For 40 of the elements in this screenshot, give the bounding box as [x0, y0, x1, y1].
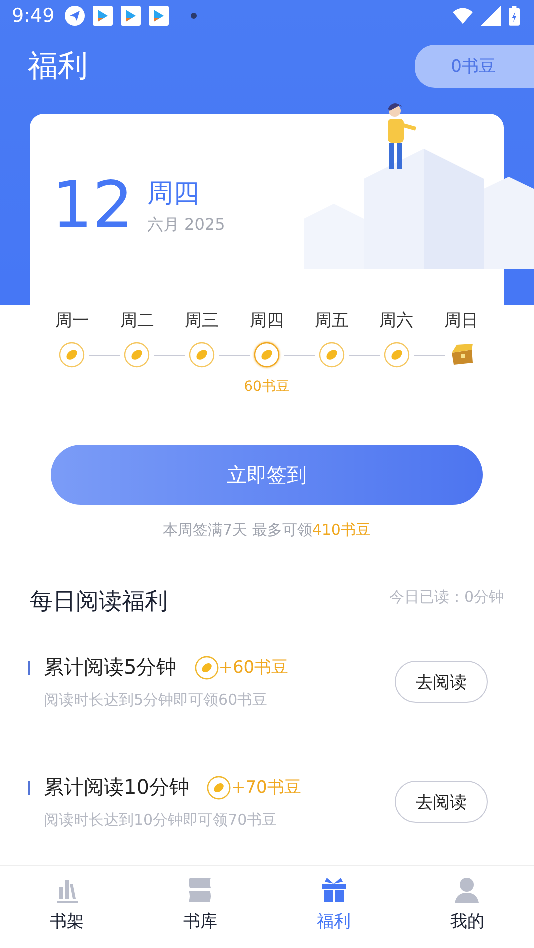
weekday-label: 周日 — [444, 310, 479, 333]
read-button[interactable]: 去阅读 — [395, 661, 488, 703]
app-icon — [92, 6, 113, 26]
task-description: 阅读时长达到5分钟即可领60书豆 — [44, 691, 269, 710]
task-description: 阅读时长达到10分钟即可领70书豆 — [44, 811, 278, 830]
wifi-icon — [453, 6, 473, 26]
page-title: 福利 — [28, 48, 88, 86]
date-weekday: 周四 — [147, 178, 200, 211]
weekday-label: 周四 — [250, 310, 284, 333]
date-day: 12 — [52, 174, 134, 238]
weekday-label: 周五 — [314, 310, 349, 333]
task-reward: +70书豆 — [231, 777, 302, 799]
checkin-note: 本周签满7天 最多可领410书豆 — [163, 521, 371, 540]
read-button[interactable]: 去阅读 — [395, 781, 488, 823]
tab[interactable]: 福利 — [267, 866, 400, 948]
bean-icon — [194, 656, 219, 680]
status-time: 9:49 — [12, 5, 55, 27]
weekday-label: 周六 — [380, 310, 414, 333]
notification-dot-icon — [190, 13, 197, 19]
today-read-time: 今日已读：0分钟 — [389, 588, 504, 607]
tab[interactable]: 书库 — [134, 866, 267, 948]
paper-plane-icon — [64, 6, 85, 26]
app-icon — [120, 6, 141, 26]
weekday-label: 周一 — [55, 310, 90, 333]
bean-icon — [207, 776, 232, 800]
battery-icon — [509, 6, 520, 26]
task-title: 累计阅读10分钟 — [44, 774, 190, 801]
signal-icon — [481, 6, 501, 26]
task-title: 累计阅读5分钟 — [44, 654, 177, 681]
gift-icon — [320, 876, 348, 904]
section-title: 每日阅读福利 — [30, 588, 168, 617]
app-icon — [148, 6, 169, 26]
tab[interactable]: 我的 — [400, 866, 534, 948]
day-reward: 60书豆 — [244, 378, 290, 396]
weekday-label: 周三 — [185, 310, 220, 333]
tab[interactable]: 书架 — [0, 866, 134, 948]
person-icon — [453, 876, 482, 904]
weekday-label: 周二 — [120, 310, 154, 333]
date-month-year: 六月 2025 — [147, 215, 226, 236]
task-reward: +60书豆 — [218, 657, 289, 679]
